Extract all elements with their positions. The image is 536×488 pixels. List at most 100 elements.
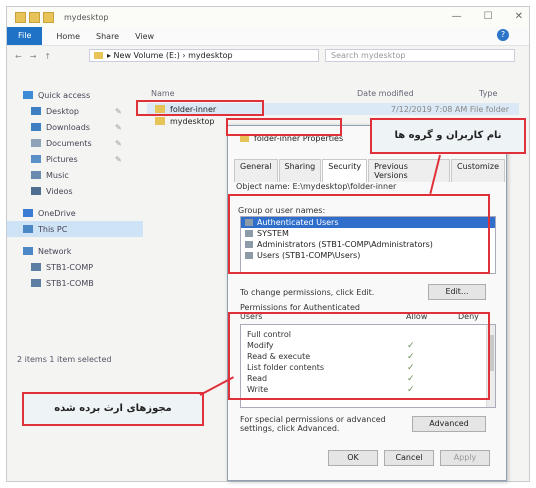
file-meta: 7/12/2019 7:08 AM File folder — [390, 104, 509, 114]
users-icon — [245, 241, 253, 248]
sidebar-item[interactable]: This PC — [7, 221, 143, 237]
nav-icon — [31, 107, 41, 115]
ok-button[interactable]: OK — [328, 450, 378, 466]
new-folder-icon[interactable] — [43, 11, 54, 23]
quick-access-toolbar — [15, 11, 54, 23]
nav-icon — [31, 139, 41, 147]
sidebar-item[interactable]: STB1-COMP — [7, 259, 143, 275]
pin-icon: ✎ — [115, 106, 122, 116]
tab-view[interactable]: View — [135, 32, 154, 41]
sidebar-item-label: STB1-COMB — [46, 278, 94, 288]
sidebar-item[interactable]: STB1-COMB — [7, 275, 143, 291]
nav-icon — [23, 247, 33, 255]
status-bar: 2 items 1 item selected — [17, 355, 112, 364]
nav-icon — [23, 209, 33, 217]
sidebar-item[interactable]: Quick access — [7, 87, 143, 103]
scroll-thumb[interactable] — [488, 335, 494, 371]
file-row-folder-inner[interactable]: folder-inner 7/12/2019 7:08 AM File fold… — [147, 103, 519, 115]
folder-icon — [240, 134, 249, 142]
sidebar-item-label: Music — [46, 170, 69, 180]
permission-row: Write ✓ — [241, 384, 495, 395]
permission-name: List folder contents — [247, 363, 325, 372]
nav-icon — [31, 171, 41, 179]
nav-icon — [31, 187, 41, 195]
address-bar[interactable]: ▸ New Volume (E:) › mydesktop — [89, 49, 319, 62]
column-type[interactable]: Type — [479, 89, 497, 98]
cancel-button[interactable]: Cancel — [384, 450, 434, 466]
sidebar-item[interactable]: Desktop ✎ — [7, 103, 143, 119]
sidebar-item-label: Downloads — [46, 122, 90, 132]
tab-share[interactable]: Share — [96, 32, 119, 41]
file-name: folder-inner — [170, 104, 217, 114]
search-input[interactable]: Search mydesktop — [325, 49, 515, 62]
sidebar-item-label: Documents — [46, 138, 92, 148]
sidebar-item[interactable]: Network — [7, 243, 143, 259]
column-name[interactable]: Name — [151, 89, 175, 98]
sidebar-item[interactable]: Downloads ✎ — [7, 119, 143, 135]
help-icon[interactable]: ? — [497, 29, 509, 41]
pin-icon: ✎ — [115, 122, 122, 132]
forward-arrow-icon[interactable]: → — [30, 52, 37, 61]
close-button[interactable]: ✕ — [515, 11, 523, 22]
sidebar-item-label: This PC — [38, 224, 68, 234]
object-name: Object name: E:\mydesktop\folder-inner — [236, 182, 397, 191]
folder-icon — [94, 52, 103, 59]
pin-icon: ✎ — [115, 154, 122, 164]
group-label: Group or user names: — [238, 206, 326, 215]
group-list[interactable]: Authenticated Users SYSTEM Administrator… — [240, 216, 496, 274]
tab-customize[interactable]: Customize — [451, 159, 505, 182]
dialog-title: folder-inner Properties — [254, 133, 344, 143]
permissions-scrollbar[interactable] — [486, 325, 495, 407]
tab-home[interactable]: Home — [56, 32, 80, 41]
allow-check-icon: ✓ — [407, 384, 415, 395]
back-arrow-icon[interactable]: ← — [15, 52, 22, 61]
apply-button[interactable]: Apply — [440, 450, 490, 466]
permissions-list: Full control Modify ✓ Read & execute ✓ List f… — [240, 324, 496, 408]
change-permissions-text: To change permissions, click Edit. — [240, 288, 375, 297]
tab-file[interactable]: File — [7, 27, 43, 45]
address-path: ▸ New Volume (E:) › mydesktop — [107, 51, 233, 60]
users-icon — [245, 230, 253, 237]
up-arrow-icon[interactable]: ↑ — [44, 52, 51, 61]
allow-check-icon: ✓ — [407, 340, 415, 351]
sidebar-item[interactable]: Pictures ✎ — [7, 151, 143, 167]
edit-button[interactable]: Edit... — [428, 284, 486, 300]
sidebar-item[interactable]: Music — [7, 167, 143, 183]
address-row: ← → ↑ ▸ New Volume (E:) › mydesktop Sear… — [7, 47, 529, 65]
sidebar-item-label: Network — [38, 246, 72, 256]
properties-dialog: folder-inner Properties General Sharing … — [227, 125, 507, 481]
folder-icon[interactable] — [15, 11, 26, 23]
column-date[interactable]: Date modified — [357, 89, 414, 98]
group-item[interactable]: Authenticated Users — [241, 217, 495, 228]
group-label-text: Authenticated Users — [257, 218, 339, 227]
dialog-tabs: General Sharing Security Previous Versio… — [234, 159, 506, 182]
minimize-button[interactable]: — — [452, 11, 462, 22]
nav-icon — [23, 91, 33, 99]
tab-security[interactable]: Security — [322, 159, 368, 182]
permission-row: Read ✓ — [241, 373, 495, 384]
permission-name: Full control — [247, 330, 291, 339]
sidebar-item[interactable]: Videos — [7, 183, 143, 199]
group-item[interactable]: Administrators (STB1-COMP\Administrators… — [241, 239, 495, 250]
sidebar-item[interactable]: OneDrive — [7, 205, 143, 221]
permission-row: List folder contents ✓ — [241, 362, 495, 373]
permissions-label: Permissions for Authenticated Users — [240, 303, 360, 321]
group-item[interactable]: SYSTEM — [241, 228, 495, 239]
properties-icon[interactable] — [29, 11, 40, 23]
inherited-permissions-callout: مجوزهای ارث برده شده — [22, 392, 204, 426]
sidebar-item-label: OneDrive — [38, 208, 76, 218]
special-permissions-text: For special permissions or advanced sett… — [240, 415, 386, 433]
permission-name: Read & execute — [247, 352, 311, 361]
tab-general[interactable]: General — [234, 159, 278, 182]
pin-icon: ✎ — [115, 138, 122, 148]
sidebar-item[interactable]: Documents ✎ — [7, 135, 143, 151]
tab-sharing[interactable]: Sharing — [278, 159, 322, 182]
advanced-button[interactable]: Advanced — [412, 416, 486, 432]
users-icon — [245, 252, 253, 259]
nav-icon — [31, 263, 41, 271]
maximize-button[interactable]: ☐ — [484, 11, 493, 22]
folder-icon — [155, 105, 165, 113]
nav-icon — [31, 279, 41, 287]
group-item[interactable]: Users (STB1-COMP\Users) — [241, 250, 495, 261]
permission-name: Modify — [247, 341, 274, 350]
